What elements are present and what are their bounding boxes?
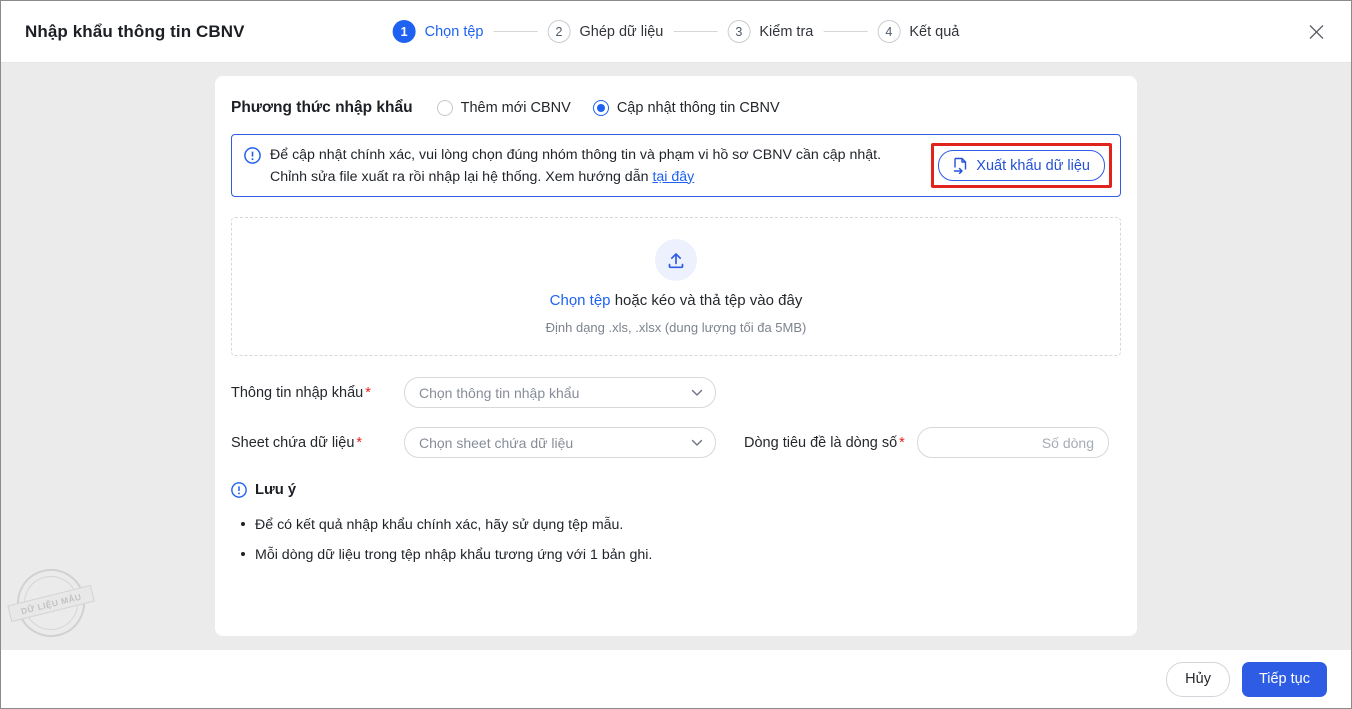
alert-line2: Chỉnh sửa file xuất ra rồi nhập lại hệ t… (270, 169, 648, 185)
alert-message: Để cập nhật chính xác, vui lòng chọn đún… (244, 144, 881, 188)
sheet-placeholder: Chọn sheet chứa dữ liệu (419, 435, 573, 451)
export-data-button[interactable]: Xuất khẩu dữ liệu (938, 150, 1105, 181)
dropzone-hint: Định dạng .xls, .xlsx (dung lượng tối đa… (546, 320, 807, 335)
radio-circle (437, 100, 453, 116)
note-item: Để có kết quả nhập khẩu chính xác, hãy s… (231, 510, 1121, 540)
method-label: Phương thức nhập khẩu (231, 99, 413, 117)
step-chon-tep[interactable]: 1 Chọn tệp (393, 20, 484, 43)
dropzone-rest-text: hoặc kéo và thả tệp vào đây (615, 292, 803, 309)
import-info-select[interactable]: Chọn thông tin nhập khẩu (404, 377, 716, 408)
note-info-icon (231, 482, 247, 498)
update-info-alert: Để cập nhật chính xác, vui lòng chọn đún… (231, 134, 1121, 197)
header-row-label: Dòng tiêu đề là dòng số* (744, 435, 917, 451)
step-3-circle: 3 (727, 20, 750, 43)
radio-label: Cập nhật thông tin CBNV (617, 100, 780, 116)
notes-title: Lưu ý (255, 482, 296, 498)
bullet (241, 522, 245, 526)
cancel-button[interactable]: Hủy (1166, 662, 1230, 697)
required-asterisk: * (356, 435, 362, 451)
alert-text: Để cập nhật chính xác, vui lòng chọn đún… (270, 144, 881, 188)
choose-file-link[interactable]: Chọn tệp (550, 292, 611, 309)
note-item: Mỗi dòng dữ liệu trong tệp nhập khẩu tươ… (231, 540, 1121, 570)
notes-list: Để có kết quả nhập khẩu chính xác, hãy s… (231, 510, 1121, 570)
export-button-label: Xuất khẩu dữ liệu (976, 158, 1090, 174)
step-3-label: Kiểm tra (759, 24, 813, 40)
chevron-down-icon (691, 439, 703, 447)
import-info-row: Thông tin nhập khẩu* Chọn thông tin nhập… (231, 377, 1121, 408)
import-info-label: Thông tin nhập khẩu* (231, 385, 404, 401)
step-4-circle: 4 (877, 20, 900, 43)
header-row-input[interactable] (917, 427, 1109, 458)
dropzone-text: Chọn tệp hoặc kéo và thả tệp vào đây (550, 292, 803, 309)
step-kiem-tra[interactable]: 3 Kiểm tra (727, 20, 813, 43)
step-connector (823, 31, 867, 32)
step-4-label: Kết quả (909, 24, 959, 40)
radio-them-moi-cbnv[interactable]: Thêm mới CBNV (437, 100, 571, 116)
continue-button[interactable]: Tiếp tục (1242, 662, 1327, 697)
radio-label: Thêm mới CBNV (461, 100, 571, 116)
upload-icon (655, 239, 697, 281)
step-ghep-du-lieu[interactable]: 2 Ghép dữ liệu (547, 20, 663, 43)
import-method-row: Phương thức nhập khẩu Thêm mới CBNV Cập … (231, 93, 1121, 121)
import-modal: Nhập khẩu thông tin CBNV 1 Chọn tệp 2 Gh… (0, 0, 1352, 709)
notes-section: Lưu ý Để có kết quả nhập khẩu chính xác,… (231, 482, 1121, 570)
required-asterisk: * (365, 385, 371, 401)
sheet-label: Sheet chứa dữ liệu* (231, 435, 404, 451)
sheet-row: Sheet chứa dữ liệu* Chọn sheet chứa dữ l… (231, 427, 1121, 458)
content-card: Phương thức nhập khẩu Thêm mới CBNV Cập … (215, 76, 1137, 636)
step-1-circle: 1 (393, 20, 416, 43)
info-icon (244, 147, 261, 164)
modal-body: Phương thức nhập khẩu Thêm mới CBNV Cập … (1, 63, 1351, 650)
radio-circle (593, 100, 609, 116)
step-1-label: Chọn tệp (425, 24, 484, 40)
modal-header: Nhập khẩu thông tin CBNV 1 Chọn tệp 2 Gh… (1, 1, 1351, 63)
step-connector (673, 31, 717, 32)
step-ket-qua[interactable]: 4 Kết quả (877, 20, 959, 43)
stepper: 1 Chọn tệp 2 Ghép dữ liệu 3 Kiểm tra 4 K… (393, 20, 960, 43)
step-connector (493, 31, 537, 32)
import-info-placeholder: Chọn thông tin nhập khẩu (419, 385, 579, 401)
close-icon[interactable] (1304, 19, 1329, 44)
chevron-down-icon (691, 389, 703, 397)
bullet (241, 552, 245, 556)
guide-link[interactable]: tại đây (652, 169, 694, 185)
page-title: Nhập khẩu thông tin CBNV (25, 22, 245, 42)
sheet-select[interactable]: Chọn sheet chứa dữ liệu (404, 427, 716, 458)
radio-cap-nhat-cbnv[interactable]: Cập nhật thông tin CBNV (593, 100, 780, 116)
notes-title-row: Lưu ý (231, 482, 1121, 498)
required-asterisk: * (899, 435, 905, 451)
file-export-icon (953, 157, 968, 174)
modal-footer: Hủy Tiếp tục (1, 650, 1351, 708)
highlight-annotation: Xuất khẩu dữ liệu (931, 143, 1112, 188)
file-dropzone[interactable]: Chọn tệp hoặc kéo và thả tệp vào đây Địn… (231, 217, 1121, 356)
alert-line1: Để cập nhật chính xác, vui lòng chọn đún… (270, 147, 881, 163)
step-2-circle: 2 (547, 20, 570, 43)
step-2-label: Ghép dữ liệu (579, 24, 663, 40)
